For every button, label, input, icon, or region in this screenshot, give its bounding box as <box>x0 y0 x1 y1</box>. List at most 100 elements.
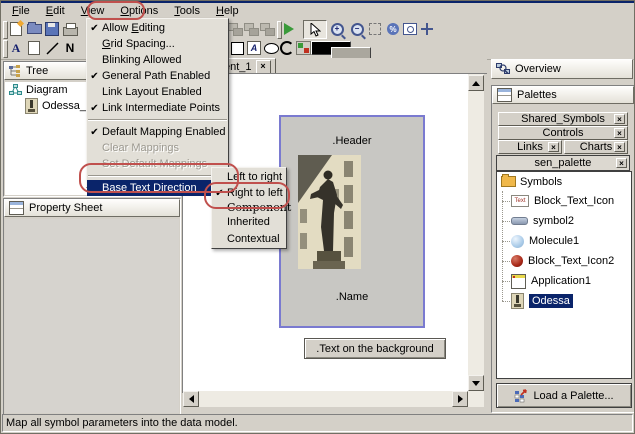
pill-icon <box>511 217 528 225</box>
zoom-out-icon[interactable]: − <box>349 21 365 37</box>
menu-item-general-path-enabled[interactable]: ✔ General Path Enabled <box>87 68 228 84</box>
property-sheet-panel: Property Sheet <box>3 198 181 415</box>
text-box-tool-icon[interactable]: A <box>246 40 262 56</box>
overview-panel-header: Overview <box>491 59 633 79</box>
zoom-in-icon[interactable]: + <box>329 21 345 37</box>
print-icon[interactable] <box>62 21 78 37</box>
overview-window-icon[interactable] <box>402 21 418 37</box>
palette-item-molecule1[interactable]: Molecule1 <box>497 231 631 251</box>
background-text-object[interactable]: .Text on the background <box>304 338 446 359</box>
scroll-up-button[interactable] <box>468 75 484 91</box>
menu-file[interactable]: File <box>4 4 38 19</box>
close-icon[interactable]: × <box>614 128 625 138</box>
diagram-icon <box>9 84 22 96</box>
palette-item-block-text-icon[interactable]: Text Block_Text_Icon <box>497 191 631 211</box>
menu-view[interactable]: View <box>73 4 113 19</box>
scroll-down-button[interactable] <box>468 375 484 391</box>
palette-tab-links[interactable]: Links × <box>498 140 562 154</box>
close-icon[interactable]: × <box>616 158 627 168</box>
rect-tool-icon[interactable] <box>229 40 245 56</box>
submenu-item-contextual[interactable]: Contextual <box>212 231 286 247</box>
submenu-item-left-to-right[interactable]: Left to right <box>212 169 286 185</box>
zoom-area-icon[interactable] <box>367 21 383 37</box>
menu-item-default-mapping-enabled[interactable]: ✔ Default Mapping Enabled <box>87 124 228 140</box>
status-text: Map all symbol parameters into the data … <box>6 417 238 429</box>
symbol-name-label: .Name <box>281 291 423 303</box>
menu-item-link-layout-enabled[interactable]: Link Layout Enabled <box>87 84 228 100</box>
arc-tool-icon[interactable] <box>279 40 295 56</box>
palette-item-odessa[interactable]: Odessa <box>497 291 631 311</box>
symbols-root-label: Symbols <box>520 176 562 188</box>
group-icon-3[interactable] <box>259 21 275 37</box>
horizontal-scrollbar[interactable] <box>183 391 468 407</box>
close-icon[interactable]: × <box>614 142 625 152</box>
new-document-icon[interactable] <box>8 21 24 37</box>
group-icon-2[interactable] <box>243 21 259 37</box>
text-tool-icon[interactable]: A <box>8 40 24 56</box>
palette-content: Symbols Text Block_Text_Icon symbol2 Mol… <box>496 171 632 379</box>
submenu-item-right-to-left[interactable]: ✔ Right to left <box>212 185 286 201</box>
palette-tab-controls[interactable]: Controls × <box>498 126 628 140</box>
statue-image <box>298 155 361 269</box>
submenu-item-component-inherited[interactable]: ComponentInherited <box>212 201 286 231</box>
palettes-panel-header: Palettes <box>492 86 634 104</box>
menu-item-blinking-allowed[interactable]: Blinking Allowed <box>87 52 228 68</box>
selected-item-label: Odessa <box>529 294 573 308</box>
check-icon: ✔ <box>87 127 102 138</box>
run-icon[interactable] <box>282 21 298 37</box>
polyline-tool-icon[interactable]: N <box>62 40 78 56</box>
property-sheet-body <box>5 219 179 413</box>
load-palette-icon <box>514 389 528 403</box>
open-folder-icon[interactable] <box>26 21 42 37</box>
statue-icon <box>511 293 524 309</box>
app-window: File Edit View Options Tools Help + − % … <box>0 0 635 434</box>
sphere-icon <box>511 235 524 248</box>
red-ball-icon <box>511 255 523 267</box>
close-icon[interactable]: × <box>548 142 559 152</box>
menu-tools[interactable]: Tools <box>166 4 208 19</box>
palettes-panel: Palettes Shared_Symbols × Controls × Lin… <box>491 85 635 413</box>
menu-separator <box>88 119 227 121</box>
close-icon[interactable]: × <box>614 114 625 124</box>
line-tool-icon[interactable] <box>44 40 60 56</box>
pan-icon[interactable] <box>419 21 435 37</box>
check-icon: ✔ <box>87 71 102 82</box>
symbols-root-folder[interactable]: Symbols <box>497 172 631 191</box>
select-cursor-icon[interactable] <box>303 20 327 39</box>
load-palette-button[interactable]: Load a Palette... <box>496 383 632 408</box>
group-icon-1[interactable] <box>227 21 243 37</box>
menu-edit[interactable]: Edit <box>38 4 73 19</box>
scroll-left-button[interactable] <box>183 391 199 407</box>
menu-help[interactable]: Help <box>208 4 247 19</box>
document-tab-close-icon[interactable]: × <box>256 60 271 74</box>
menu-options[interactable]: Options <box>112 4 166 19</box>
page-tool-icon[interactable] <box>26 40 42 56</box>
table-icon <box>9 201 24 215</box>
property-sheet-title: Property Sheet <box>29 202 102 214</box>
scroll-right-button[interactable] <box>452 391 468 407</box>
palette-tab-shared-symbols[interactable]: Shared_Symbols × <box>498 112 628 126</box>
overview-panel-title: Overview <box>515 63 561 75</box>
odessa-symbol[interactable]: .Header .Name <box>279 115 425 328</box>
vertical-scrollbar[interactable] <box>468 74 484 407</box>
palette-item-block-text-icon2[interactable]: Block_Text_Icon2 <box>497 251 631 271</box>
palette-item-symbol2[interactable]: symbol2 <box>497 211 631 231</box>
tree-icon <box>9 65 21 77</box>
check-icon: ✔ <box>87 103 102 114</box>
palette-tab-charts[interactable]: Charts × <box>564 140 628 154</box>
block-text-icon: Text <box>511 195 529 207</box>
add-symbol-icon[interactable] <box>295 40 311 56</box>
menu-item-clear-mappings: Clear Mappings <box>87 140 228 156</box>
property-sheet-header: Property Sheet <box>4 199 180 217</box>
ellipse-tool-icon[interactable] <box>263 40 279 56</box>
menu-item-allow-editing[interactable]: ✔ Allow Editing <box>87 20 228 36</box>
menu-item-base-text-direction[interactable]: Base Text Direction <box>87 180 228 196</box>
zoom-percent-icon[interactable]: % <box>385 21 401 37</box>
menu-item-link-intermediate-points[interactable]: ✔ Link Intermediate Points <box>87 100 228 116</box>
check-icon: ✔ <box>212 188 227 199</box>
palette-tab-sen-palette[interactable]: sen_palette × <box>496 155 630 171</box>
save-icon[interactable] <box>44 21 60 37</box>
menu-item-grid-spacing[interactable]: Grid Spacing... <box>87 36 228 52</box>
menubar: File Edit View Options Tools Help <box>1 3 634 19</box>
palette-item-application1[interactable]: Application1 <box>497 271 631 291</box>
